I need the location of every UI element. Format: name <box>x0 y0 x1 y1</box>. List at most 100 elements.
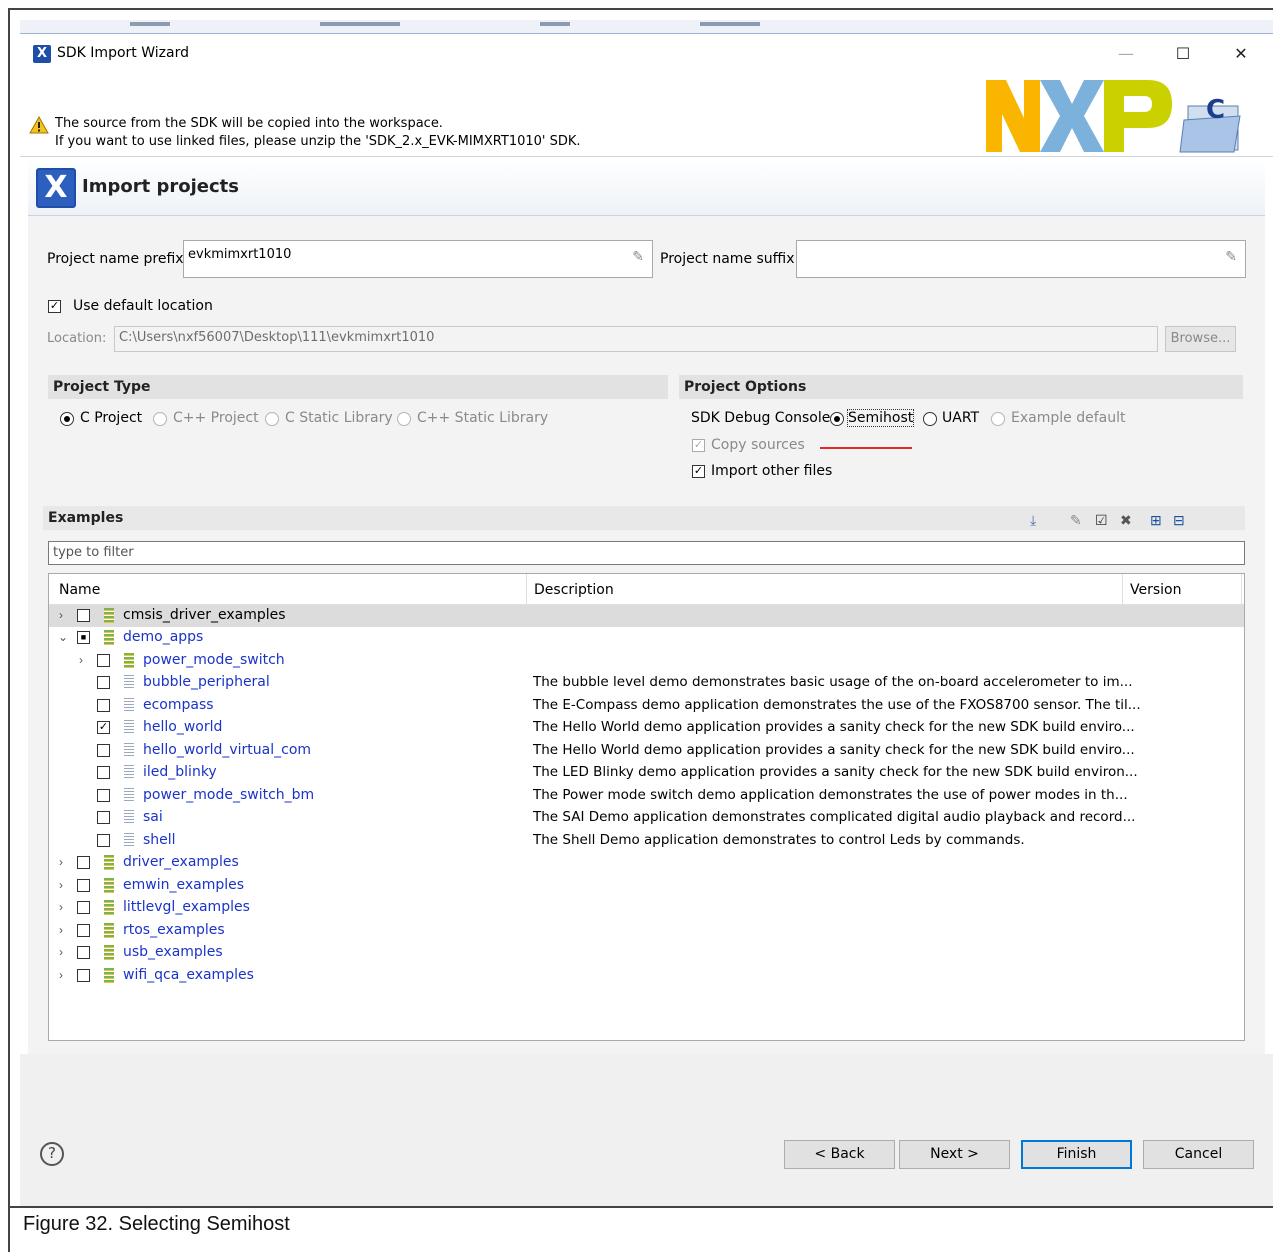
next-button[interactable]: Next > <box>899 1140 1010 1169</box>
example-file-icon <box>124 765 134 780</box>
examples-filter-input[interactable]: type to filter <box>48 541 1245 565</box>
row-checkbox[interactable] <box>77 946 90 959</box>
minimize-button[interactable]: — <box>1103 40 1149 68</box>
expand-icon[interactable]: › <box>59 855 63 869</box>
c-project-radio[interactable] <box>60 412 74 426</box>
column-description-header[interactable]: Description <box>534 582 614 598</box>
tree-row[interactable]: hello_world_virtual_com The Hello World … <box>49 740 1244 762</box>
row-checkbox[interactable] <box>97 811 110 824</box>
expand-icon[interactable]: › <box>59 968 63 982</box>
import-from-folder-icon[interactable]: ⤓ <box>1030 512 1036 529</box>
tree-row[interactable]: › rtos_examples <box>49 920 1244 942</box>
maximize-button[interactable]: ☐ <box>1160 40 1206 68</box>
cpp-project-radio[interactable] <box>153 412 167 426</box>
help-icon[interactable]: ? <box>40 1142 64 1166</box>
clear-filter-icon[interactable]: ✎ <box>1070 512 1082 529</box>
page-header: X Import projects <box>28 158 1265 216</box>
row-checkbox[interactable] <box>77 856 90 869</box>
expand-icon[interactable]: › <box>79 653 83 667</box>
column-name-header[interactable]: Name <box>59 582 100 598</box>
collapse-icon[interactable]: ⌄ <box>58 630 68 644</box>
row-checkbox[interactable] <box>77 879 90 892</box>
row-name: hello_world <box>143 719 223 735</box>
title-bar: X SDK Import Wizard — ☐ ✕ <box>20 34 1273 74</box>
location-input[interactable]: C:\Users\nxf56007\Desktop\111\evkmimxrt1… <box>114 326 1158 352</box>
row-name: power_mode_switch_bm <box>143 787 315 803</box>
row-checkbox[interactable] <box>97 744 110 757</box>
row-checkbox[interactable] <box>97 789 110 802</box>
clear-prefix-icon[interactable]: ✎ <box>632 249 644 265</box>
row-checkbox[interactable] <box>77 969 90 982</box>
expand-icon[interactable]: › <box>59 945 63 959</box>
tree-row[interactable]: sai The SAI Demo application demonstrate… <box>49 807 1244 829</box>
tree-row[interactable]: iled_blinky The LED Blinky demo applicat… <box>49 762 1244 784</box>
row-name: emwin_examples <box>123 877 245 893</box>
cancel-button[interactable]: Cancel <box>1143 1140 1254 1169</box>
row-checkbox[interactable] <box>77 924 90 937</box>
tree-row[interactable]: › wifi_qca_examples <box>49 965 1244 987</box>
close-button[interactable]: ✕ <box>1218 40 1264 68</box>
deselect-all-icon[interactable]: ✖ <box>1120 512 1132 529</box>
tree-row[interactable]: bubble_peripheral The bubble level demo … <box>49 672 1244 694</box>
expand-icon[interactable]: › <box>59 608 63 622</box>
tree-row[interactable]: ecompass The E-Compass demo application … <box>49 695 1244 717</box>
project-folder-icon <box>104 855 114 870</box>
row-name: power_mode_switch <box>143 652 285 668</box>
tree-row[interactable]: ✓ hello_world The Hello World demo appli… <box>49 717 1244 739</box>
collapse-all-icon[interactable]: ⊟ <box>1173 512 1185 529</box>
expand-icon[interactable]: › <box>59 923 63 937</box>
project-folder-icon <box>104 878 114 893</box>
row-name: iled_blinky <box>143 764 217 780</box>
expand-icon[interactable]: › <box>59 878 63 892</box>
clear-suffix-icon[interactable]: ✎ <box>1225 249 1237 265</box>
tree-row[interactable]: › driver_examples <box>49 852 1244 874</box>
use-default-location-checkbox[interactable]: ✓ <box>48 300 61 313</box>
row-checkbox[interactable] <box>97 699 110 712</box>
column-version-header[interactable]: Version <box>1130 582 1181 598</box>
example-default-radio[interactable] <box>991 412 1005 426</box>
select-all-icon[interactable]: ☑ <box>1095 512 1108 529</box>
browse-button[interactable]: Browse... <box>1165 326 1236 352</box>
project-name-suffix-input[interactable]: ✎ <box>796 240 1246 278</box>
tree-row[interactable]: ⌄ ■ demo_apps <box>49 627 1244 649</box>
back-button[interactable]: < Back <box>784 1140 895 1169</box>
row-description: The Hello World demo application provide… <box>533 719 1135 735</box>
tree-row[interactable]: › emwin_examples <box>49 875 1244 897</box>
cpp-project-label: C++ Project <box>173 410 259 426</box>
expand-all-icon[interactable]: ⊞ <box>1150 512 1162 529</box>
c-project-label: C Project <box>80 410 143 426</box>
row-checkbox[interactable] <box>97 654 110 667</box>
use-default-location-label: Use default location <box>73 298 213 314</box>
import-other-files-checkbox[interactable]: ✓ <box>692 465 705 478</box>
tree-row[interactable]: › cmsis_driver_examples <box>49 605 1244 627</box>
row-checkbox[interactable] <box>97 676 110 689</box>
row-checkbox[interactable] <box>77 609 90 622</box>
import-projects-icon: X <box>36 168 76 208</box>
row-checkbox[interactable]: ✓ <box>97 721 110 734</box>
row-checkbox[interactable] <box>77 901 90 914</box>
row-checkbox[interactable] <box>97 834 110 847</box>
tree-row[interactable]: shell The Shell Demo application demonst… <box>49 830 1244 852</box>
cpp-static-library-radio[interactable] <box>397 412 411 426</box>
row-name: demo_apps <box>123 629 204 645</box>
finish-button[interactable]: Finish <box>1021 1140 1132 1169</box>
project-options-header: Project Options <box>679 375 1243 399</box>
semihost-label: Semihost <box>846 409 915 427</box>
tree-row[interactable]: power_mode_switch_bm The Power mode swit… <box>49 785 1244 807</box>
row-checkbox[interactable]: ■ <box>77 631 90 644</box>
row-name: cmsis_driver_examples <box>123 607 286 623</box>
expand-icon[interactable]: › <box>59 900 63 914</box>
uart-radio[interactable] <box>923 412 937 426</box>
copy-sources-checkbox[interactable]: ✓ <box>692 439 705 452</box>
example-file-icon <box>124 788 134 803</box>
row-description: The LED Blinky demo application provides… <box>533 764 1138 780</box>
tree-row[interactable]: › usb_examples <box>49 942 1244 964</box>
row-description: The Hello World demo application provide… <box>533 742 1135 758</box>
project-name-prefix-input[interactable]: evkmimxrt1010 ✎ <box>183 240 653 278</box>
c-static-library-radio[interactable] <box>265 412 279 426</box>
semihost-radio[interactable] <box>830 412 844 426</box>
row-checkbox[interactable] <box>97 766 110 779</box>
row-name: littlevgl_examples <box>123 899 250 915</box>
tree-row[interactable]: › power_mode_switch <box>49 650 1244 672</box>
tree-row[interactable]: › littlevgl_examples <box>49 897 1244 919</box>
